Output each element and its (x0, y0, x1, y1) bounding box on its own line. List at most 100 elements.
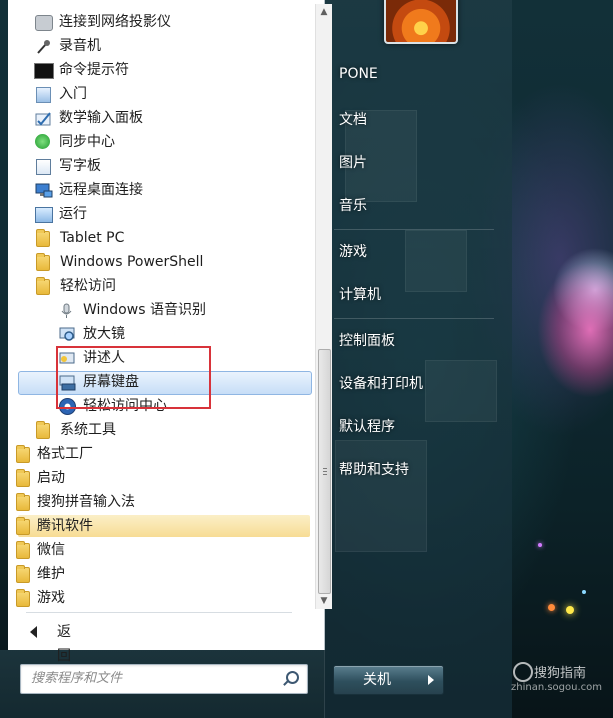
program-item-getting-started[interactable]: 入门 (32, 83, 312, 105)
remote-desktop-icon (35, 183, 53, 198)
folder-icon (36, 229, 50, 247)
getting-started-icon (36, 87, 51, 103)
program-item-magnifier[interactable]: 放大镜 (56, 323, 312, 345)
scroll-down-icon[interactable]: ▼ (316, 593, 332, 609)
right-link-control-panel[interactable]: 控制面板 (339, 330, 395, 350)
folder-icon (36, 421, 50, 439)
program-item-label: 入门 (59, 86, 87, 102)
folder-item-label: 格式工厂 (37, 446, 93, 462)
back-label: 返回 (57, 624, 71, 664)
shutdown-button[interactable]: 关机 (333, 665, 421, 695)
program-item-label: 写字板 (59, 158, 101, 174)
watermark-site: zhinan.sogou.com (511, 682, 603, 693)
folder-item-label: 搜狗拼音输入法 (37, 494, 135, 510)
program-item-math-input[interactable]: 数学输入面板 (32, 107, 312, 129)
right-pane (324, 0, 512, 718)
run-icon (35, 207, 53, 223)
right-link-devices-printers[interactable]: 设备和打印机 (339, 373, 423, 393)
scroll-up-icon[interactable]: ▲ (316, 4, 332, 20)
folder-item-sogou-input[interactable]: 搜狗拼音输入法 (12, 491, 312, 513)
watermark-brand: 搜狗指南 (534, 666, 587, 681)
folder-icon (16, 565, 30, 583)
folder-item-system-tools[interactable]: 系统工具 (32, 419, 312, 441)
search-box[interactable] (20, 664, 308, 694)
magnifier-icon (59, 327, 75, 341)
folder-icon (36, 277, 50, 295)
program-item-sound-recorder[interactable]: 录音机 (32, 35, 312, 57)
search-input[interactable] (21, 665, 281, 691)
right-link-pictures[interactable]: 图片 (339, 152, 367, 172)
separator (334, 318, 494, 319)
right-link-user[interactable]: PONE (339, 66, 378, 82)
program-item-remote-desktop[interactable]: 远程桌面连接 (32, 179, 312, 201)
program-item-label: 数学输入面板 (59, 110, 143, 126)
sync-center-icon (35, 134, 50, 149)
watermark-logo-icon (513, 662, 533, 682)
microphone-icon (35, 39, 51, 54)
program-item-label: 放大镜 (83, 326, 125, 342)
folder-item-startup[interactable]: 启动 (12, 467, 312, 489)
folder-icon (16, 541, 30, 559)
search-icon[interactable] (286, 671, 299, 684)
star (538, 543, 542, 547)
folder-item-maintenance[interactable]: 维护 (12, 563, 312, 585)
math-input-icon (35, 111, 51, 126)
program-item-label: 运行 (59, 206, 87, 222)
program-item-network-projector[interactable]: 连接到网络投影仪 (32, 11, 312, 33)
program-item-wordpad[interactable]: 写字板 (32, 155, 312, 177)
star (566, 606, 574, 614)
scrollbar-thumb[interactable] (318, 349, 331, 594)
separator (334, 229, 494, 230)
scrollbar[interactable]: ▲ ▼ (315, 4, 332, 609)
folder-icon (16, 517, 30, 535)
right-link-music[interactable]: 音乐 (339, 195, 367, 215)
right-link-help-support[interactable]: 帮助和支持 (339, 459, 409, 479)
right-link-games[interactable]: 游戏 (339, 241, 367, 261)
folder-item-label: Windows PowerShell (60, 254, 204, 270)
folder-icon (16, 445, 30, 463)
wordpad-icon (36, 159, 51, 175)
program-item-label: 命令提示符 (59, 62, 129, 78)
folder-icon (16, 493, 30, 511)
program-item-label: 远程桌面连接 (59, 182, 143, 198)
star (548, 604, 555, 611)
folder-item-format-factory[interactable]: 格式工厂 (12, 443, 312, 465)
folder-icon (16, 469, 30, 487)
program-item-run[interactable]: 运行 (32, 203, 312, 225)
folder-item-label: Tablet PC (60, 230, 125, 246)
command-prompt-icon (34, 63, 54, 79)
folder-item-tencent-software[interactable]: 腾讯软件 (12, 515, 312, 537)
folder-item-label: 启动 (37, 470, 65, 486)
programs-pane: 连接到网络投影仪 录音机 命令提示符 入门 数学输入面板 同步中心 写字板 远程… (8, 0, 332, 664)
right-link-default-programs[interactable]: 默认程序 (339, 416, 395, 436)
folder-icon (36, 253, 50, 271)
folder-item-label: 微信 (37, 542, 65, 558)
program-item-label: 录音机 (59, 38, 101, 54)
program-item-speech-recognition[interactable]: Windows 语音识别 (56, 299, 312, 321)
program-item-label: Windows 语音识别 (83, 302, 206, 318)
right-link-computer[interactable]: 计算机 (339, 284, 381, 304)
speech-recognition-icon (60, 303, 76, 318)
separator (26, 612, 292, 613)
folder-icon (16, 589, 30, 607)
folder-item-ease-of-access[interactable]: 轻松访问 (32, 275, 312, 297)
user-avatar[interactable] (384, 0, 458, 44)
program-item-label: 同步中心 (59, 134, 115, 150)
right-link-documents[interactable]: 文档 (339, 109, 367, 129)
folder-item-games[interactable]: 游戏 (12, 587, 312, 609)
folder-item-label: 维护 (37, 566, 65, 582)
program-item-command-prompt[interactable]: 命令提示符 (32, 59, 312, 81)
chevron-right-icon (428, 675, 434, 685)
folder-item-label: 游戏 (37, 590, 65, 606)
program-item-sync-center[interactable]: 同步中心 (32, 131, 312, 153)
annotation-box (56, 346, 211, 409)
shutdown-options-button[interactable] (420, 665, 444, 695)
folder-item-tablet-pc[interactable]: Tablet PC (32, 227, 312, 249)
projector-icon (35, 15, 53, 31)
back-arrow-icon (30, 626, 37, 638)
folder-item-label: 轻松访问 (60, 278, 116, 294)
program-item-label: 连接到网络投影仪 (59, 14, 171, 30)
folder-item-label: 腾讯软件 (37, 518, 93, 534)
folder-item-powershell[interactable]: Windows PowerShell (32, 251, 312, 273)
folder-item-wechat[interactable]: 微信 (12, 539, 312, 561)
